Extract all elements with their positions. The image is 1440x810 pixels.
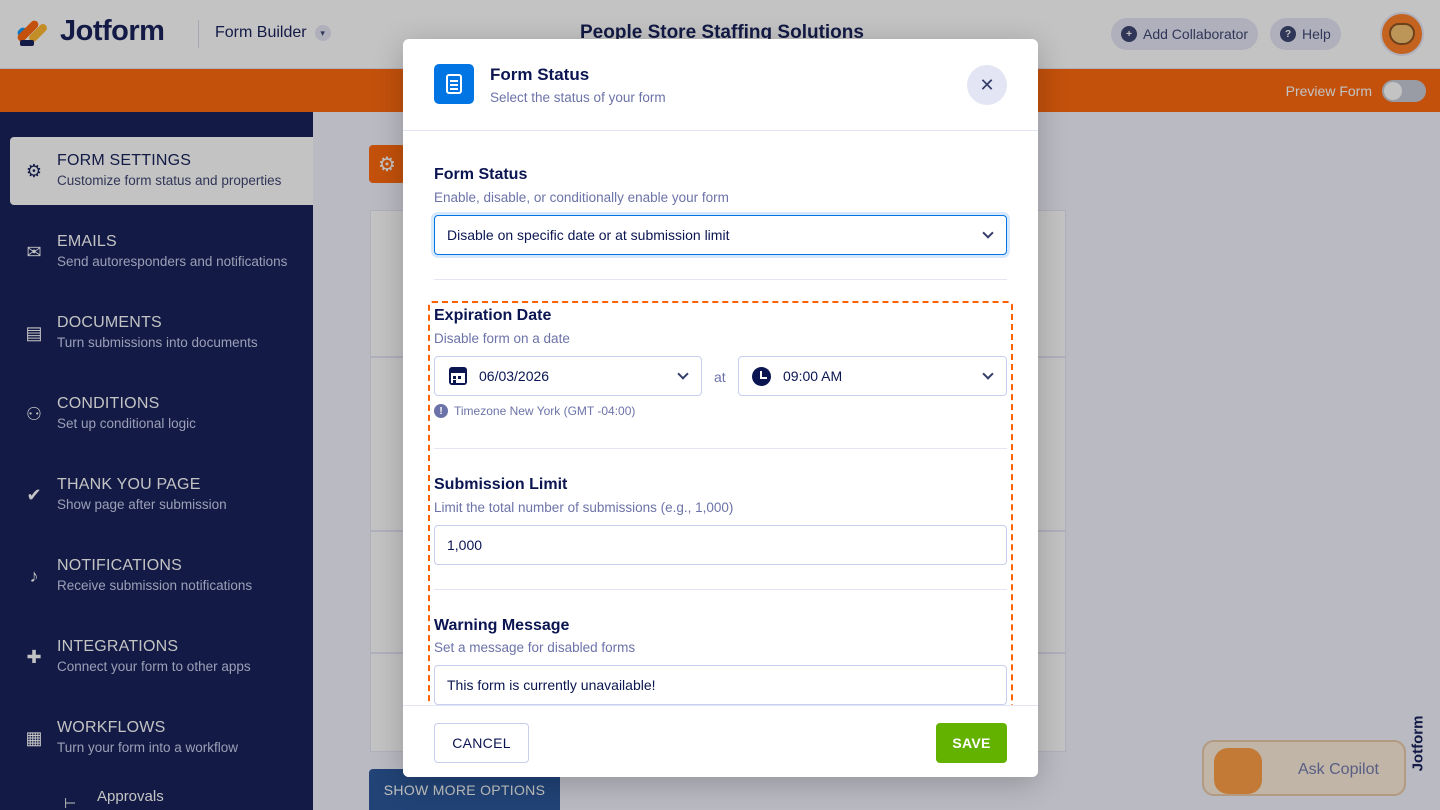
expiration-time-select[interactable]: 09:00 AM <box>738 356 1007 396</box>
modal-header: Form Status Select the status of your fo… <box>403 39 1038 131</box>
section-divider <box>434 589 1007 590</box>
cancel-button[interactable]: CANCEL <box>434 723 529 763</box>
expiration-date-description: Disable form on a date <box>434 331 570 346</box>
form-status-selected-value: Disable on specific date or at submissio… <box>447 227 730 243</box>
chevron-down-icon <box>982 227 994 239</box>
section-divider <box>434 448 1007 449</box>
form-status-select[interactable]: Disable on specific date or at submissio… <box>434 215 1007 255</box>
modal-footer: CANCEL SAVE <box>403 705 1038 777</box>
info-icon: ! <box>434 404 448 418</box>
modal-subtitle: Select the status of your form <box>490 90 666 105</box>
chevron-down-icon <box>982 368 994 380</box>
submission-limit-input[interactable]: 1,000 <box>434 525 1007 565</box>
warning-message-description: Set a message for disabled forms <box>434 640 636 655</box>
calendar-icon <box>449 367 467 385</box>
warning-message-heading: Warning Message <box>434 617 570 634</box>
save-button[interactable]: SAVE <box>936 723 1007 763</box>
section-divider <box>434 279 1007 280</box>
expiration-time-value: 09:00 AM <box>783 368 843 384</box>
close-icon[interactable]: ✕ <box>967 65 1007 105</box>
form-status-modal: Form Status Select the status of your fo… <box>403 39 1038 777</box>
chevron-down-icon <box>677 368 689 380</box>
form-status-description: Enable, disable, or conditionally enable… <box>434 190 729 205</box>
expiration-date-picker[interactable]: 06/03/2026 <box>434 356 702 396</box>
form-document-icon <box>434 64 474 104</box>
form-status-heading: Form Status <box>434 166 528 183</box>
submission-limit-heading: Submission Limit <box>434 476 568 493</box>
at-label: at <box>714 369 726 385</box>
clock-icon <box>752 367 771 386</box>
timezone-text: Timezone New York (GMT -04:00) <box>454 404 636 418</box>
timezone-note: ! Timezone New York (GMT -04:00) <box>434 404 635 418</box>
modal-title: Form Status <box>490 65 590 84</box>
expiration-date-heading: Expiration Date <box>434 307 552 324</box>
expiration-date-value: 06/03/2026 <box>479 368 550 384</box>
submission-limit-description: Limit the total number of submissions (e… <box>434 500 734 515</box>
warning-message-input[interactable]: This form is currently unavailable! <box>434 665 1007 705</box>
